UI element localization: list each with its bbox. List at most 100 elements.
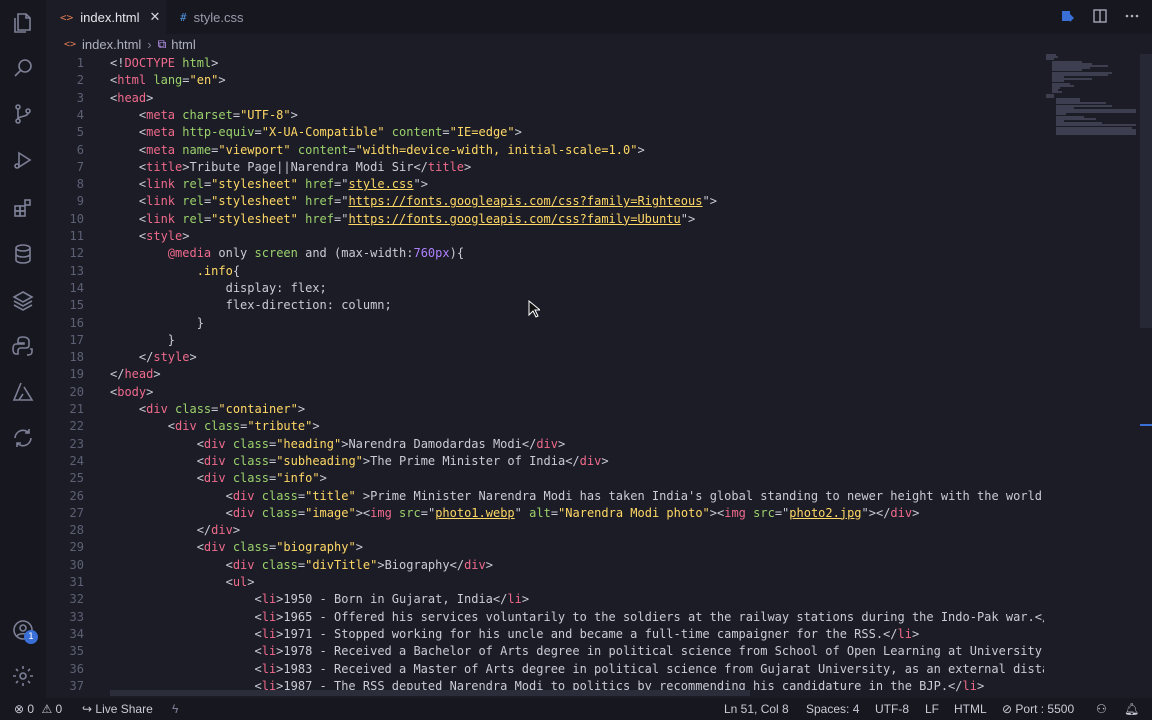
live-share-button[interactable]: ↪ Live Share: [82, 698, 153, 720]
code-line[interactable]: 18 </style>: [46, 349, 1046, 366]
tab-index-html[interactable]: <> index.html ✕: [46, 0, 166, 34]
live-server-port[interactable]: ⊘ Port : 5500: [1002, 698, 1074, 720]
explorer-icon[interactable]: [10, 10, 36, 36]
code-text: <body>: [110, 384, 153, 401]
code-line[interactable]: 20 <body>: [46, 384, 1046, 401]
code-line[interactable]: 26 <div class="title" >Prime Minister Na…: [46, 488, 1046, 505]
chevron-right-icon: ›: [147, 36, 152, 52]
code-line[interactable]: 24 <div class="subheading">The Prime Min…: [46, 453, 1046, 470]
line-number: 30: [69, 557, 84, 572]
code-line[interactable]: 4 <meta charset="UTF-8">: [46, 107, 1046, 124]
code-token: src: [391, 505, 421, 520]
code-line[interactable]: 33 <li>1965 - Offered his services volun…: [46, 609, 1046, 626]
notifications-bell-icon[interactable]: 🔔︎: [1124, 698, 1139, 720]
code-line[interactable]: 21 <div class="container">: [46, 401, 1046, 418]
code-token: <: [110, 540, 204, 555]
code-token: <: [110, 626, 262, 641]
code-line[interactable]: 36 <li>1983 - Received a Master of Arts …: [46, 661, 1046, 678]
language-mode[interactable]: HTML: [954, 698, 987, 720]
code-token: rel: [175, 177, 204, 192]
code-text: <div class="heading">Narendra Damodardas…: [110, 436, 566, 453]
source-control-icon[interactable]: [10, 101, 36, 127]
code-text: flex-direction: column;: [110, 297, 392, 314]
code-line[interactable]: 27 <div class="image"><img src="photo1.w…: [46, 505, 1046, 522]
extensions-icon[interactable]: [10, 195, 36, 221]
minimap-line: [1056, 133, 1136, 136]
code-line[interactable]: 29 <div class="biography">: [46, 539, 1046, 556]
feedback-icon[interactable]: ⚇: [1096, 698, 1107, 720]
split-editor-icon[interactable]: [1092, 8, 1108, 24]
code-line[interactable]: 16 }: [46, 315, 1046, 332]
horizontal-scrollbar[interactable]: [110, 690, 750, 696]
code-line[interactable]: 22 <div class="tribute">: [46, 418, 1046, 435]
minimap[interactable]: [1046, 54, 1138, 144]
code-line[interactable]: 19 </head>: [46, 366, 1046, 383]
search-icon[interactable]: [10, 55, 36, 81]
run-debug-icon[interactable]: [10, 147, 36, 173]
breadcrumb-file[interactable]: index.html: [82, 37, 141, 52]
code-token: div: [203, 453, 226, 468]
azure-icon[interactable]: [10, 379, 36, 405]
vertical-scrollbar[interactable]: [1140, 54, 1152, 328]
close-icon[interactable]: ✕: [150, 9, 161, 25]
code-line[interactable]: 8 <link rel="stylesheet" href="style.css…: [46, 176, 1046, 193]
end-of-line[interactable]: LF: [925, 698, 939, 720]
code-editor[interactable]: 1 <!DOCTYPE html> 2 <html lang="en"> 3 <head>…: [46, 54, 1140, 698]
code-line[interactable]: 32 <li>1950 - Born in Gujarat, India</li…: [46, 591, 1046, 608]
code-token: >Narendra Damodardas Modi</: [341, 436, 537, 451]
code-token: photo2.jpg: [789, 505, 862, 520]
settings-gear-icon[interactable]: [10, 663, 36, 689]
code-token: <: [110, 644, 262, 659]
code-line[interactable]: 12 @media only screen and (max-width:760…: [46, 245, 1046, 262]
code-line[interactable]: 10 <link rel="stylesheet" href="https://…: [46, 211, 1046, 228]
code-line[interactable]: 35 <li>1978 - Received a Bachelor of Art…: [46, 643, 1046, 660]
code-line[interactable]: 6 <meta name="viewport" content="width=d…: [46, 142, 1046, 159]
code-token: >: [153, 367, 161, 382]
breadcrumb-node[interactable]: html: [171, 37, 196, 52]
more-actions-icon[interactable]: [1124, 8, 1140, 24]
code-line[interactable]: 17 }: [46, 332, 1046, 349]
code-text: <div class="container">: [110, 401, 305, 418]
encoding[interactable]: UTF-8: [875, 698, 909, 720]
code-text: }: [110, 315, 204, 332]
code-line[interactable]: 5 <meta http-equiv="X-UA-Compatible" con…: [46, 124, 1046, 141]
code-line[interactable]: 30 <div class="divTitle">Biography</div>: [46, 557, 1046, 574]
code-line[interactable]: 25 <div class="info">: [46, 470, 1046, 487]
error-icon: ⊗: [14, 702, 25, 716]
database-icon[interactable]: [10, 241, 36, 267]
live-preview-icon[interactable]: [1060, 8, 1076, 24]
code-line[interactable]: 23 <div class="heading">Narendra Damodar…: [46, 436, 1046, 453]
code-line[interactable]: 34 <li>1971 - Stopped working for his un…: [46, 626, 1046, 643]
code-token: li: [962, 678, 977, 693]
code-token: div: [211, 523, 233, 538]
code-token: >: [218, 73, 226, 88]
lightning-icon[interactable]: ϟ: [172, 698, 178, 720]
code-line[interactable]: 14 display: flex;: [46, 280, 1046, 297]
code-text: .info{: [110, 263, 240, 280]
code-token: <: [110, 107, 147, 122]
code-line[interactable]: 3 <head>: [46, 90, 1046, 107]
problems-indicator[interactable]: ⊗ 0 ⚠ 0: [14, 698, 62, 720]
code-line[interactable]: 2 <html lang="en">: [46, 72, 1046, 89]
code-line[interactable]: 11 <style>: [46, 228, 1046, 245]
tab-style-css[interactable]: # style.css: [166, 0, 276, 34]
code-line[interactable]: 1 <!DOCTYPE html>: [46, 55, 1046, 72]
code-token: "image": [305, 505, 356, 520]
code-line[interactable]: 31 <ul>: [46, 574, 1046, 591]
layers-icon[interactable]: [10, 287, 36, 313]
remote-share-icon[interactable]: [10, 425, 36, 451]
code-token: =": [334, 194, 349, 209]
code-line[interactable]: 28 </div>: [46, 522, 1046, 539]
code-token: li: [261, 592, 277, 607]
cursor-position[interactable]: Ln 51, Col 8: [724, 698, 789, 720]
code-line[interactable]: 9 <link rel="stylesheet" href="https://f…: [46, 193, 1046, 210]
tab-label: index.html: [80, 9, 140, 25]
code-line[interactable]: 15 flex-direction: column;: [46, 297, 1046, 314]
code-token: ">: [680, 211, 696, 226]
scroll-marker: [1140, 424, 1152, 426]
code-line[interactable]: 13 .info{: [46, 263, 1046, 280]
code-line[interactable]: 7 <title>Tribute Page||Narendra Modi Sir…: [46, 159, 1046, 176]
indentation[interactable]: Spaces: 4: [806, 698, 859, 720]
code-text: <div class="subheading">The Prime Minist…: [110, 453, 609, 470]
python-icon[interactable]: [10, 333, 36, 359]
